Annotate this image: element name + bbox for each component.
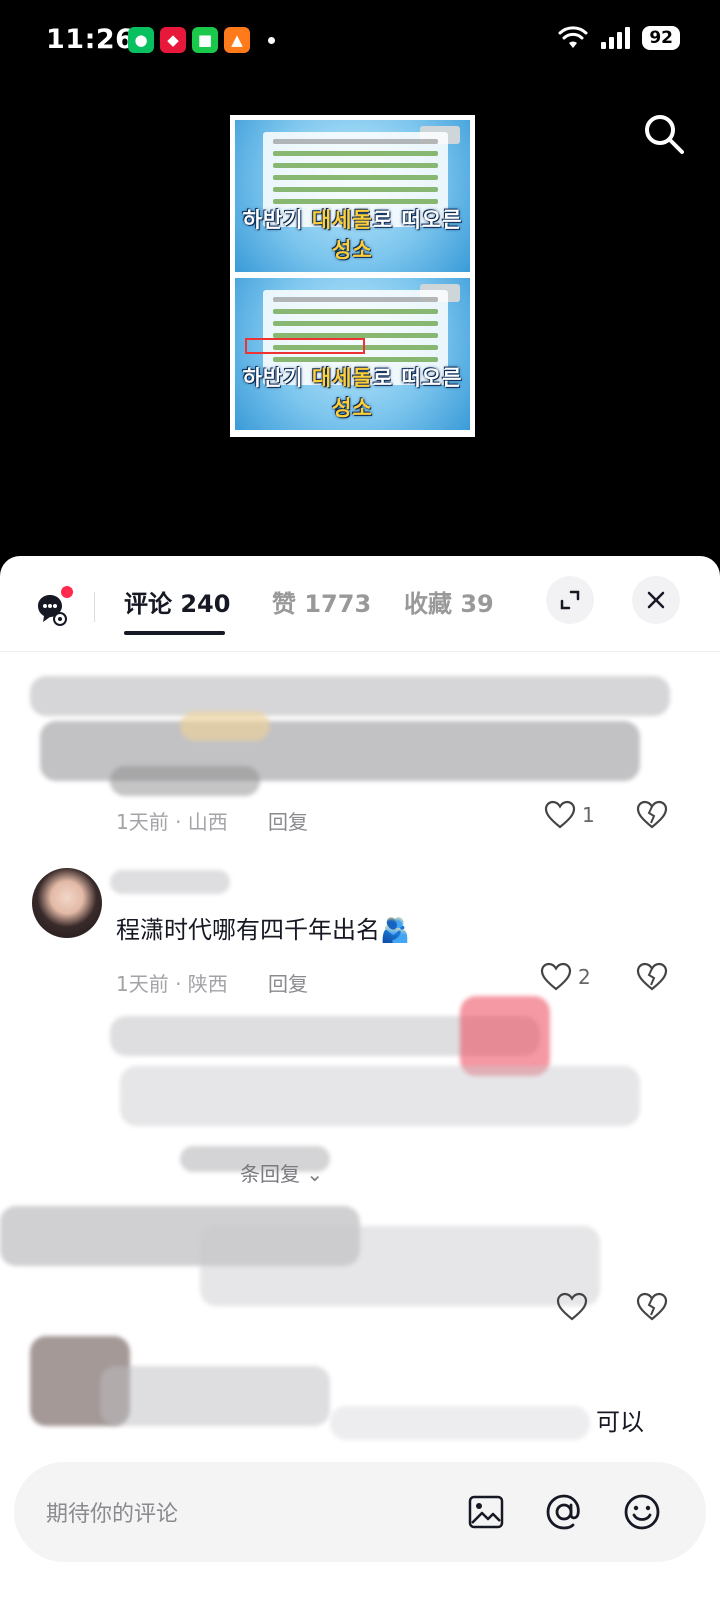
active-tab-indicator: [124, 631, 225, 635]
post-image[interactable]: 하반기 대세돌로 떠오른 성소 하반기 대세돌로 떠오른 성소: [230, 115, 475, 437]
broken-heart-icon: [636, 800, 668, 829]
redaction-scribble: [30, 676, 670, 716]
image-caption: 하반기 대세돌로 떠오른 성소: [242, 366, 463, 420]
heart-icon: [544, 800, 576, 829]
at-icon: [546, 1494, 580, 1530]
reply-button[interactable]: 回复: [268, 968, 308, 997]
redaction-scribble: [330, 1406, 590, 1440]
comment-meta: 1天前 · 山西: [116, 810, 228, 834]
wifi-icon: [558, 26, 588, 48]
red-app-icon: ◆: [160, 27, 186, 53]
comment-sheet: 评论 240 赞 1773 收藏 39 1天前 · 山西 回复 1 程潇时代哪有…: [0, 556, 720, 1604]
comment-input-placeholder[interactable]: 期待你的评论: [46, 1496, 178, 1528]
dislike-button[interactable]: [636, 962, 668, 996]
more-notifications-dot: [268, 36, 275, 44]
system-status: 92: [558, 26, 680, 50]
status-bar: 11:26 ● ◆ ■ ▲ 92: [0, 0, 720, 84]
expand-button[interactable]: [546, 576, 594, 624]
orange-app-icon: ▲: [224, 27, 250, 53]
like-count: 2: [578, 965, 591, 989]
comment-item: 可以: [0, 1336, 720, 1466]
like-button[interactable]: [556, 1292, 588, 1322]
tab-comments[interactable]: 评论 240: [124, 584, 230, 619]
redaction-scribble: [110, 766, 260, 796]
broken-heart-icon: [636, 1292, 668, 1321]
image-icon: [468, 1495, 504, 1529]
comment-text: 可以: [596, 1408, 644, 1436]
broken-heart-icon: [636, 962, 668, 991]
expand-icon: [560, 590, 580, 610]
like-count: 1: [582, 803, 595, 827]
highlight-box: [245, 338, 365, 354]
search-icon: [645, 115, 684, 154]
wechat-icon: ●: [128, 27, 154, 53]
notification-icons: ● ◆ ■ ▲: [128, 27, 275, 53]
emoji-button[interactable]: [616, 1486, 668, 1538]
emoji-icon: [624, 1494, 660, 1530]
redaction-scribble: [200, 1226, 600, 1306]
reply-button[interactable]: 回复: [268, 806, 308, 835]
image-panel-top: 하반기 대세돌로 떠오른 성소: [235, 120, 470, 272]
close-button[interactable]: [632, 576, 680, 624]
dislike-button[interactable]: [636, 1292, 668, 1326]
tab-favorites[interactable]: 收藏 39: [404, 584, 494, 619]
green-app-icon: ■: [192, 27, 218, 53]
comment-text: 程潇时代哪有四千年出名🫂: [116, 916, 410, 944]
redaction-scribble: [120, 1066, 640, 1126]
comment-meta: 1天前 · 陕西: [116, 972, 228, 996]
image-panel-bottom: 하반기 대세돌로 떠오른 성소: [235, 278, 470, 430]
header-divider: [94, 592, 95, 622]
chevron-down-icon: ⌄: [300, 1162, 324, 1186]
heart-icon: [556, 1292, 588, 1321]
tab-likes[interactable]: 赞 1773: [272, 584, 371, 619]
avatar[interactable]: [32, 868, 102, 938]
signal-icon: [601, 27, 631, 49]
close-icon: [647, 591, 665, 609]
like-button[interactable]: 1: [544, 800, 595, 830]
status-time: 11:26: [46, 24, 135, 55]
redaction-scribble: [180, 711, 270, 741]
redaction-scribble: [100, 1366, 330, 1426]
sheet-header: 评论 240 赞 1773 收藏 39: [0, 556, 720, 652]
battery-indicator: 92: [642, 26, 680, 50]
redaction-scribble: [460, 996, 550, 1076]
dislike-button[interactable]: [636, 800, 668, 834]
comment-item: 1天前 · 山西 回复 1: [0, 666, 720, 866]
like-button[interactable]: 2: [540, 962, 591, 992]
redaction-scribble: [110, 870, 230, 894]
image-caption: 하반기 대세돌로 떠오른 성소: [242, 208, 463, 262]
reply-item: 条回复 ⌄: [0, 996, 720, 1196]
search-button[interactable]: [640, 110, 688, 158]
expand-replies-button[interactable]: 条回复 ⌄: [240, 1158, 323, 1187]
comment-item: [0, 1196, 720, 1346]
comment-item: 程潇时代哪有四千年出名🫂 1天前 · 陕西 回复 2: [0, 866, 720, 1016]
comment-input-bar[interactable]: 期待你的评论: [14, 1462, 706, 1562]
notification-dot: [61, 586, 73, 598]
heart-icon: [540, 962, 572, 991]
image-picker-button[interactable]: [460, 1486, 512, 1538]
mention-button[interactable]: [538, 1486, 590, 1538]
